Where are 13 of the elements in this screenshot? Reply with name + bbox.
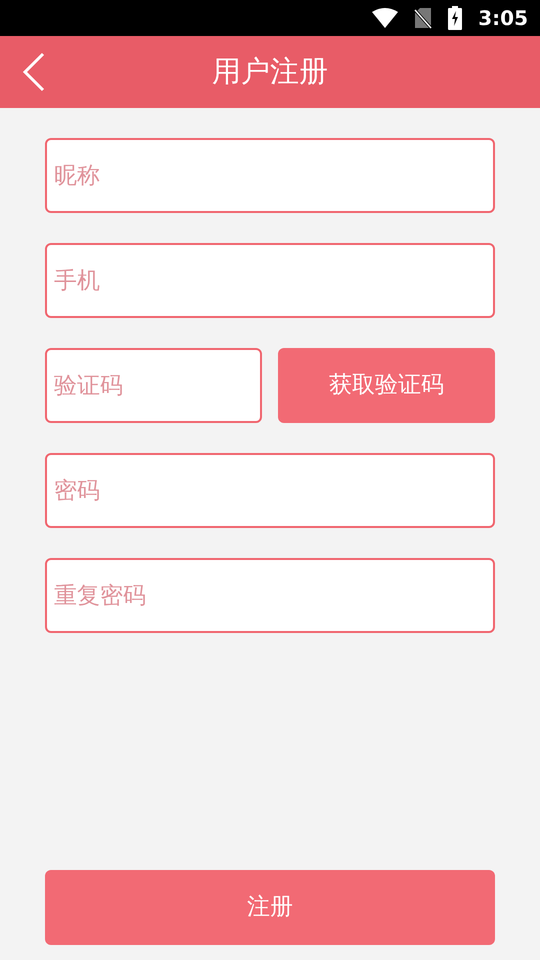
get-code-button[interactable]: 获取验证码 (278, 348, 495, 423)
input-field[interactable]: 昵称 (45, 138, 495, 213)
wifi-icon (372, 8, 398, 28)
back-icon[interactable] (22, 52, 46, 92)
status-time: 3:05 (478, 5, 528, 32)
register-button[interactable]: 注册 (45, 870, 495, 945)
input-field[interactable]: 验证码 (45, 348, 262, 423)
page-title: 用户注册 (212, 53, 328, 90)
battery-charging-icon (448, 6, 462, 30)
no-sim-icon (414, 7, 432, 29)
input-field[interactable]: 重复密码 (45, 558, 495, 633)
input-field[interactable]: 手机 (45, 243, 495, 318)
input-field[interactable]: 密码 (45, 453, 495, 528)
